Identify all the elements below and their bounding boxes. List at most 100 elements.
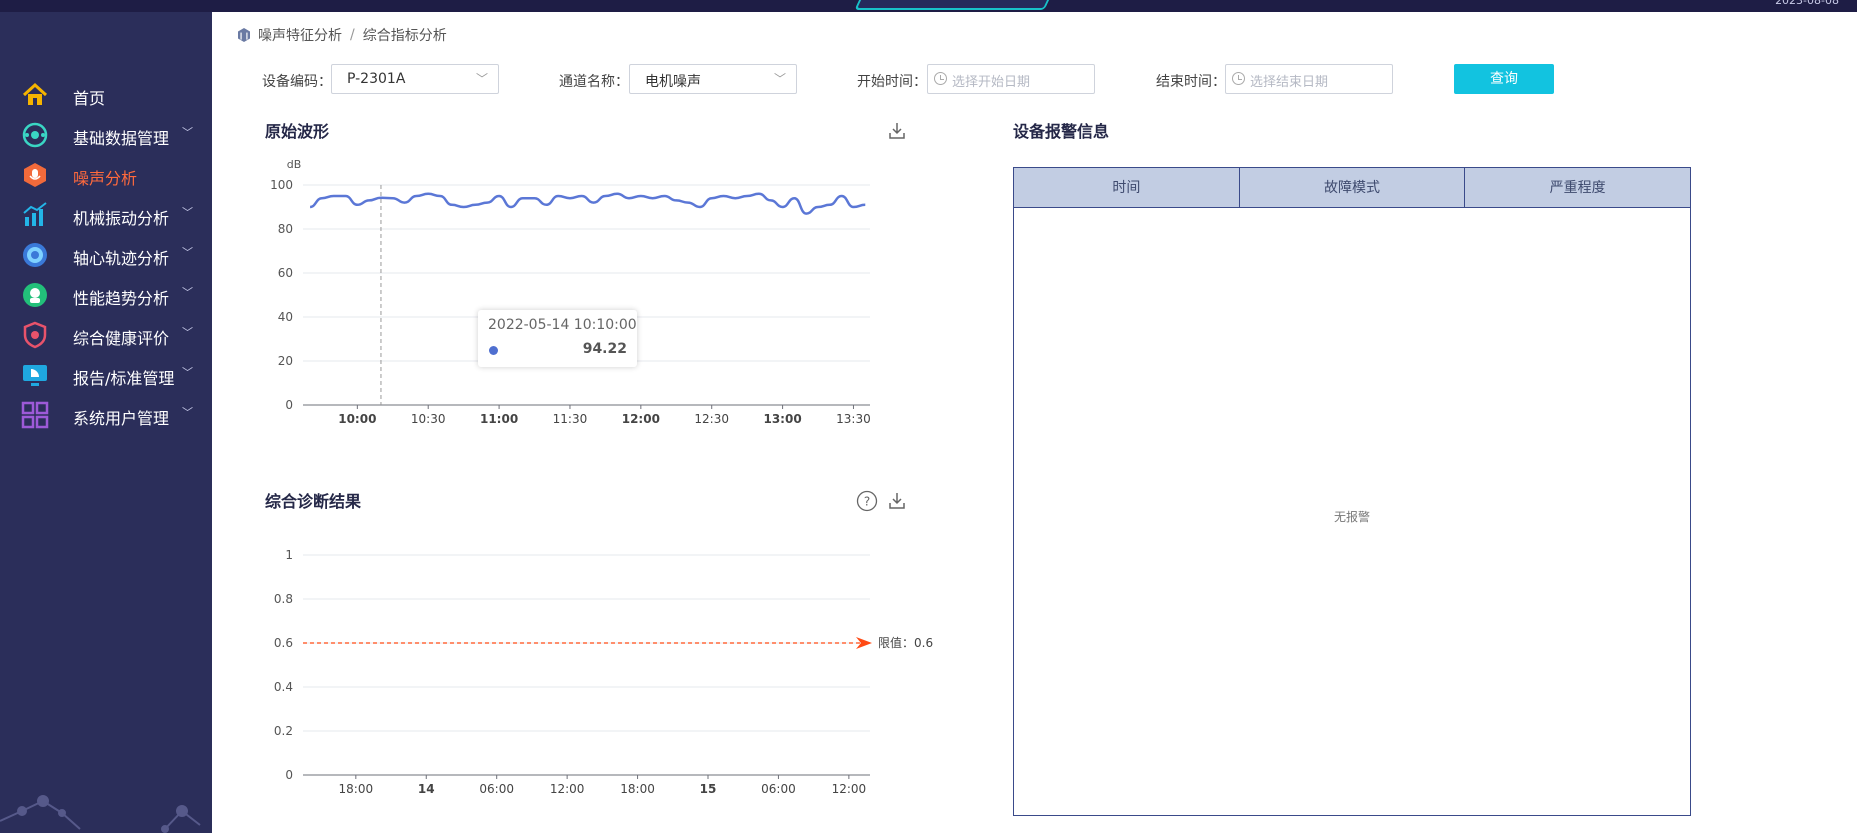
sidebar-item-2[interactable]: 基础数据管理 ﹀ <box>0 116 212 152</box>
device-code-select[interactable]: P-2301A ﹀ <box>331 64 499 94</box>
download-icon[interactable] <box>886 120 908 142</box>
waveform-series-line <box>309 192 866 215</box>
sidebar-item-label: 噪声分析 <box>73 169 138 188</box>
trend-icon <box>21 281 49 309</box>
network-decoration <box>0 795 201 833</box>
threshold-label: 限值：0.6 <box>878 635 933 650</box>
noise-icon <box>21 161 49 189</box>
alarm-column-time[interactable]: 时间 <box>1014 168 1240 207</box>
end-date-picker[interactable]: 选择结束日期 <box>1225 64 1393 94</box>
x-tick-label: 15 <box>700 782 717 796</box>
sidebar-item-label: 首页 <box>73 89 106 108</box>
alarm-column-fault-mode[interactable]: 故障模式 <box>1240 168 1466 207</box>
sidebar-item-5[interactable]: 轴心轨迹分析 ﹀ <box>0 236 212 272</box>
diagnosis-chart: 0 0.2 0.4 0.6 0.8 1 18:00 14 06:00 12:00 18:00 15 06… <box>274 548 933 796</box>
svg-text:❙❙: ❙❙ <box>238 32 250 40</box>
channel-name-value: 电机噪声 <box>645 74 701 90</box>
vibration-chart-icon <box>21 201 49 229</box>
x-tick-label: 13:00 <box>763 412 801 426</box>
clock-icon <box>1232 72 1245 85</box>
svg-text:?: ? <box>864 495 870 509</box>
breadcrumb-separator: / <box>350 27 355 43</box>
health-shield-icon <box>21 321 49 349</box>
y-tick-label: 0.6 <box>274 636 293 650</box>
sidebar-item-7[interactable]: 综合健康评价 ﹀ <box>0 316 212 352</box>
y-tick-label: 100 <box>270 178 293 192</box>
tooltip-series-dot <box>489 346 498 355</box>
end-time-label: 结束时间： <box>1156 74 1226 90</box>
y-tick-label: 20 <box>278 354 293 368</box>
x-tick-label: 12:00 <box>832 782 867 796</box>
home-icon <box>21 81 49 109</box>
breadcrumb-parent[interactable]: 噪声特征分析 <box>258 25 342 45</box>
sidebar-item-label: 系统用户管理 <box>73 409 170 428</box>
waveform-tooltip: 2022-05-14 10:10:00 94.22 <box>478 310 637 367</box>
chevron-down-icon: ﹀ <box>182 206 193 219</box>
sidebar-item-label: 性能趋势分析 <box>73 289 170 308</box>
device-code-label: 设备编码： <box>262 74 332 90</box>
tooltip-value: 94.22 <box>582 341 627 357</box>
y-tick-label: 0.2 <box>274 724 293 738</box>
x-tick-label: 12:00 <box>550 782 585 796</box>
help-icon[interactable]: ? <box>856 490 878 512</box>
chevron-down-icon: ﹀ <box>475 72 488 86</box>
sidebar-item-1[interactable]: 首页 <box>0 76 212 112</box>
start-date-placeholder: 选择开始日期 <box>952 75 1031 90</box>
sidebar-item-6[interactable]: 性能趋势分析 ﹀ <box>0 276 212 312</box>
start-date-picker[interactable]: 选择开始日期 <box>927 64 1095 94</box>
sidebar-item-label: 综合健康评价 <box>73 329 170 348</box>
chevron-down-icon: ﹀ <box>182 406 193 419</box>
x-tick-label: 06:00 <box>761 782 796 796</box>
chevron-down-icon: ﹀ <box>182 246 193 259</box>
sidebar-item-label: 基础数据管理 <box>73 129 170 148</box>
alarm-title: 设备报警信息 <box>1013 122 1110 141</box>
start-time-label: 开始时间： <box>857 74 927 90</box>
x-tick-label: 11:00 <box>480 412 518 426</box>
base-data-icon <box>21 121 49 149</box>
waveform-title: 原始波形 <box>265 122 330 141</box>
header-tab-decoration <box>854 0 1056 10</box>
y-tick-label: 1 <box>285 548 293 562</box>
chevron-down-icon: ﹀ <box>182 366 193 379</box>
tooltip-time: 2022-05-14 10:10:00 <box>488 317 637 333</box>
y-tick-label: 0 <box>285 398 293 412</box>
alarm-empty-text: 无报警 <box>1333 510 1370 524</box>
chevron-down-icon: ﹀ <box>773 72 786 86</box>
end-date-placeholder: 选择结束日期 <box>1250 75 1329 90</box>
top-bar: 2023-08-08 <box>0 0 1857 12</box>
user-grid-icon <box>21 401 49 429</box>
noise-badge-icon: ❙❙ <box>238 28 250 42</box>
sidebar-item-9[interactable]: 系统用户管理 ﹀ <box>0 396 212 432</box>
chevron-down-icon: ﹀ <box>182 326 193 339</box>
waveform-chart: dB 0 20 40 60 80 100 10:00 10:30 11:00 11:30 12:00 1… <box>270 158 871 426</box>
chevron-down-icon: ﹀ <box>182 286 193 299</box>
query-button[interactable]: 查询 <box>1454 64 1554 94</box>
channel-name-select[interactable]: 电机噪声 ﹀ <box>629 64 797 94</box>
alarm-column-severity[interactable]: 严重程度 <box>1465 168 1690 207</box>
x-tick-label: 06:00 <box>479 782 514 796</box>
x-tick-label: 10:00 <box>338 412 376 426</box>
sidebar-item-label: 机械振动分析 <box>73 209 170 228</box>
sidebar: 首页 基础数据管理 ﹀ 噪声分析 机械振动分析 ﹀ 轴心轨迹分析 ﹀ 性能趋势分析 ﹀ 综合健康评价… <box>0 12 212 833</box>
download-icon[interactable] <box>886 490 908 512</box>
x-tick-label: 10:30 <box>411 412 446 426</box>
y-tick-label: 0.4 <box>274 680 293 694</box>
breadcrumb: ❙❙ 噪声特征分析 / 综合指标分析 <box>236 25 447 45</box>
report-monitor-icon <box>21 361 49 389</box>
sidebar-item-8[interactable]: 报告/标准管理 ﹀ <box>0 356 212 392</box>
sidebar-item-3[interactable]: 噪声分析 <box>0 156 212 192</box>
x-tick-label: 13:30 <box>836 412 871 426</box>
sidebar-item-4[interactable]: 机械振动分析 ﹀ <box>0 196 212 232</box>
sidebar-item-label: 报告/标准管理 <box>73 369 175 388</box>
breadcrumb-current: 综合指标分析 <box>362 28 447 44</box>
y-tick-label: 0.8 <box>274 592 293 606</box>
y-tick-label: 0 <box>285 768 293 782</box>
orbit-target-icon <box>21 241 49 269</box>
x-tick-label: 18:00 <box>339 782 374 796</box>
header-clock: 2023-08-08 <box>1775 0 1839 7</box>
x-tick-label: 12:00 <box>622 412 660 426</box>
x-tick-label: 18:00 <box>620 782 655 796</box>
channel-name-label: 通道名称： <box>559 74 629 90</box>
x-tick-label: 11:30 <box>553 412 588 426</box>
y-tick-label: 80 <box>278 222 293 236</box>
